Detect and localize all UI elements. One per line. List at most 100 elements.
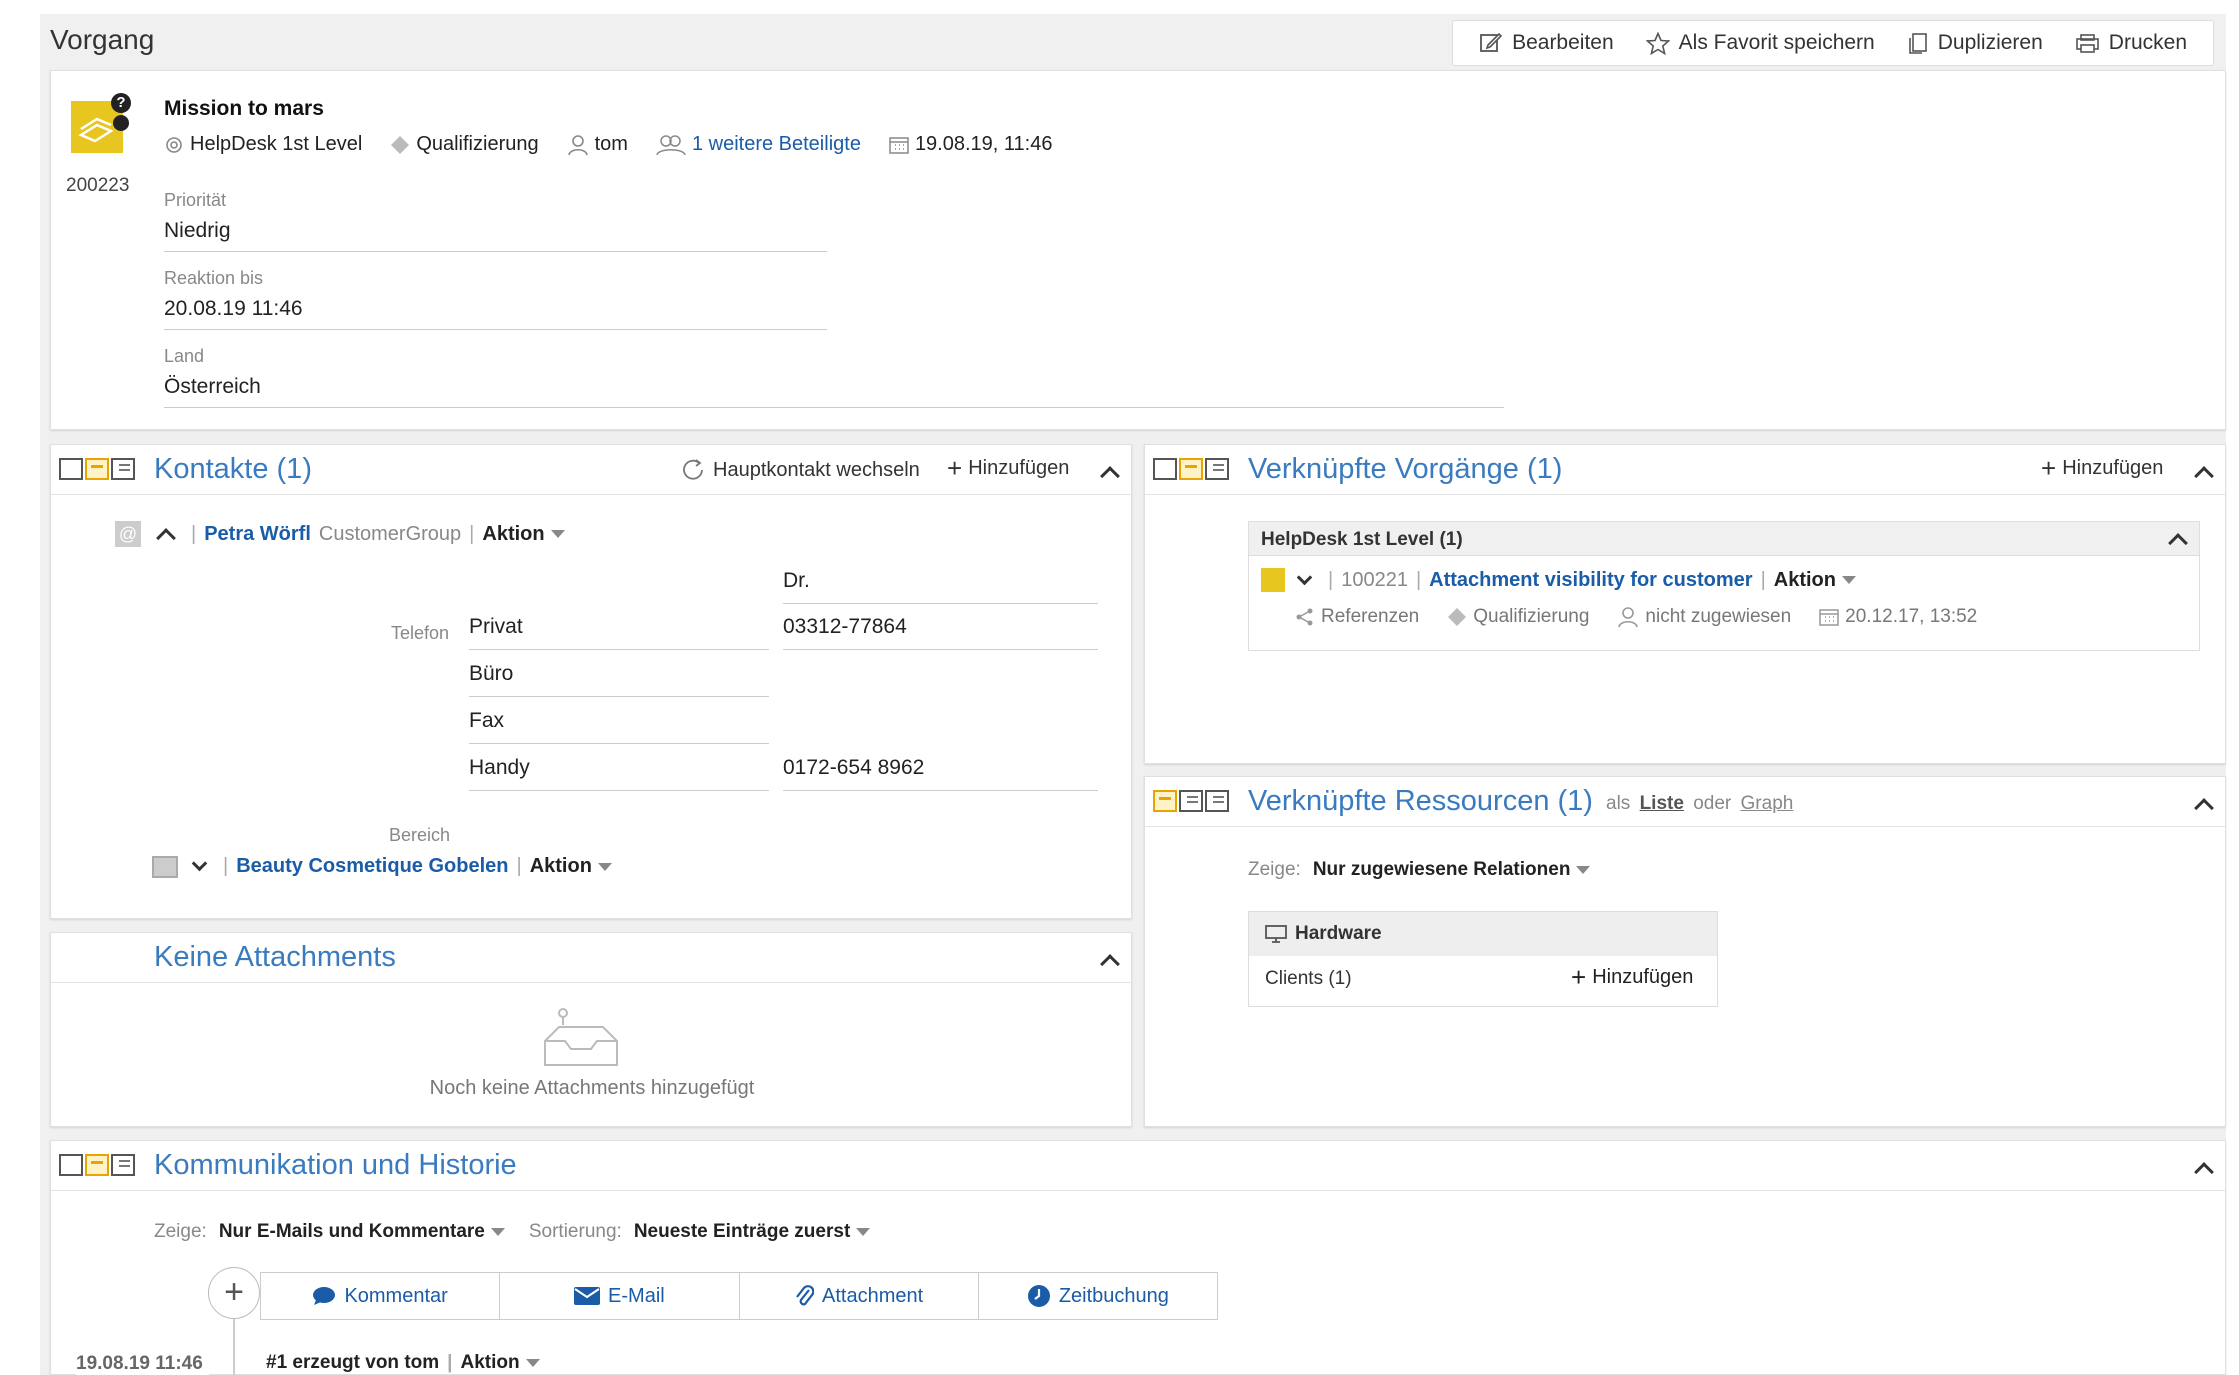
favorite-button[interactable]: Als Favorit speichern — [1630, 31, 1891, 55]
collapse-history-chevron-icon[interactable] — [2194, 1162, 2214, 1182]
star-icon — [1645, 31, 1670, 55]
add-linked-ticket-button[interactable]: + Hinzufügen — [2041, 455, 2163, 481]
edit-button[interactable]: Bearbeiten — [1463, 31, 1630, 55]
caret-down-icon — [597, 862, 612, 871]
view-graph-link[interactable]: Graph — [1741, 793, 1794, 814]
layout-detail-icon[interactable] — [1205, 790, 1229, 812]
contact-person-action[interactable]: Aktion — [482, 523, 565, 546]
phone-number[interactable]: 0172-654 8962 — [783, 756, 1098, 791]
history-entry-action[interactable]: Aktion — [460, 1352, 540, 1374]
layout-switcher[interactable] — [1153, 790, 1229, 812]
phone-number[interactable]: 03312-77864 — [783, 615, 1098, 650]
ticket-field: Reaktion bis 20.08.19 11:46 — [164, 268, 827, 330]
layout-split-icon[interactable] — [1153, 790, 1177, 812]
monitor-icon — [1265, 925, 1287, 943]
ticket-meta: HelpDesk 1st Level Qualifizierung tom 1 … — [164, 133, 1052, 156]
linked-group: HelpDesk 1st Level (1) | 100221 | Attach… — [1248, 521, 2200, 651]
contact-person-group: CustomerGroup — [318, 522, 462, 545]
contacts-title: Kontakte (1) — [154, 453, 312, 485]
expand-company-chevron-icon[interactable] — [191, 855, 208, 872]
paperclip-icon — [796, 1285, 815, 1306]
envelope-icon — [574, 1287, 601, 1305]
resource-show-label: Zeige: — [1248, 859, 1301, 880]
field-value[interactable]: 20.08.19 11:46 — [164, 297, 827, 330]
print-label: Drucken — [2108, 31, 2187, 54]
comment-button[interactable]: Kommentar — [261, 1273, 501, 1319]
layout-list-icon[interactable] — [1205, 458, 1229, 480]
print-button[interactable]: Drucken — [2059, 31, 2203, 55]
resource-show-dropdown[interactable]: Nur zugewiesene Relationen — [1313, 859, 1591, 881]
history-show-label: Zeige: — [154, 1221, 207, 1242]
linked-ticket-date: 20.12.17, 13:52 — [1845, 606, 1978, 627]
collapse-resources-chevron-icon[interactable] — [2194, 798, 2214, 818]
participants-icon — [656, 134, 686, 155]
collapse-person-chevron-icon[interactable] — [156, 528, 176, 548]
salutation-value[interactable]: Dr. — [783, 569, 1098, 604]
linked-ticket-references[interactable]: Referenzen — [1321, 606, 1419, 628]
caret-down-icon — [490, 1227, 505, 1236]
history-sort-dropdown[interactable]: Neueste Einträge zuerst — [634, 1221, 871, 1243]
field-value[interactable]: Niedrig — [164, 219, 827, 252]
resource-add-button[interactable]: + Hinzufügen — [1571, 964, 1693, 990]
history-show-dropdown[interactable]: Nur E-Mails und Kommentare — [219, 1221, 505, 1243]
participants-link[interactable]: 1 weitere Beteiligte — [692, 133, 861, 156]
resource-table-title: Hardware — [1295, 923, 1382, 944]
contacts-header: Kontakte (1) Hauptkontakt wechseln + Hin… — [51, 445, 1131, 495]
plus-icon: + — [947, 453, 963, 483]
resource-row-label[interactable]: Clients (1) — [1265, 968, 1352, 990]
linked-ticket-title[interactable]: Attachment visibility for customer — [1429, 569, 1752, 592]
switch-main-contact-button[interactable]: Hauptkontakt wechseln — [681, 457, 920, 483]
duplicate-button[interactable]: Duplizieren — [1891, 31, 2059, 55]
layout-split-icon[interactable] — [85, 458, 109, 480]
layout-switcher[interactable] — [59, 1154, 135, 1176]
collapse-contacts-chevron-icon[interactable] — [1100, 466, 1120, 486]
field-value[interactable]: Österreich — [164, 375, 1504, 408]
contact-company-row: | Beauty Cosmetique Gobelen | Aktion — [152, 855, 612, 878]
plus-icon: + — [2041, 453, 2057, 483]
layout-split-icon[interactable] — [1179, 458, 1203, 480]
layout-switcher[interactable] — [59, 458, 135, 480]
layout-single-icon[interactable] — [59, 458, 83, 480]
expand-linked-ticket-chevron-icon[interactable] — [1296, 569, 1313, 585]
layout-single-icon[interactable] — [59, 1154, 83, 1176]
caret-down-icon — [550, 530, 565, 539]
layout-single-icon[interactable] — [1153, 458, 1177, 480]
email-button[interactable]: E-Mail — [500, 1273, 740, 1319]
layout-list-icon[interactable] — [111, 458, 135, 480]
clock-icon — [1027, 1285, 1050, 1307]
page: Vorgang Bearbeiten Als Favorit speichern… — [40, 14, 2226, 1375]
layout-list-icon[interactable] — [1179, 790, 1203, 812]
linked-resources-title: Verknüpfte Ressourcen (1) — [1248, 785, 1593, 817]
attachments-empty-text: Noch keine Attachments hinzugefügt — [429, 1077, 755, 1099]
add-entry-button[interactable]: + — [208, 1267, 260, 1319]
linked-ticket-status: Qualifizierung — [1473, 606, 1590, 627]
linked-ticket-action[interactable]: Aktion — [1774, 569, 1856, 592]
toolbar: Bearbeiten Als Favorit speichern Duplizi… — [1452, 20, 2214, 66]
view-list-link[interactable]: Liste — [1640, 793, 1684, 814]
page-title: Vorgang — [50, 24, 155, 55]
history-title: Kommunikation und Historie — [154, 1149, 517, 1181]
edit-label: Bearbeiten — [1512, 31, 1614, 54]
time-booking-button[interactable]: Zeitbuchung — [979, 1273, 1217, 1319]
phone-type: Büro — [469, 662, 769, 697]
layout-switcher[interactable] — [1153, 458, 1229, 480]
layout-split-icon[interactable] — [85, 1154, 109, 1176]
layout-list-icon[interactable] — [111, 1154, 135, 1176]
question-badge-icon: ? — [111, 93, 131, 113]
company-action[interactable]: Aktion — [530, 855, 612, 878]
attachment-button[interactable]: Attachment — [740, 1273, 979, 1319]
plus-icon: + — [1571, 962, 1587, 992]
collapse-attachments-chevron-icon[interactable] — [1100, 954, 1120, 974]
add-contact-button[interactable]: + Hinzufügen — [947, 455, 1069, 481]
company-name[interactable]: Beauty Cosmetique Gobelen — [236, 855, 508, 878]
attachment-label: Attachment — [822, 1284, 924, 1307]
contact-person-name[interactable]: Petra Wörfl — [204, 523, 311, 546]
ticket-number: 200223 — [66, 175, 130, 196]
resource-filter: Zeige: Nur zugewiesene Relationen — [1248, 859, 1591, 881]
linked-group-title: HelpDesk 1st Level (1) — [1261, 529, 1463, 550]
collapse-group-chevron-icon[interactable] — [2168, 533, 2188, 553]
collapse-linked-tickets-chevron-icon[interactable] — [2194, 466, 2214, 486]
resource-table: Hardware Clients (1) + Hinzufügen — [1248, 911, 1718, 1007]
email-label: E-Mail — [608, 1284, 665, 1307]
linked-group-header: HelpDesk 1st Level (1) — [1249, 522, 2199, 556]
